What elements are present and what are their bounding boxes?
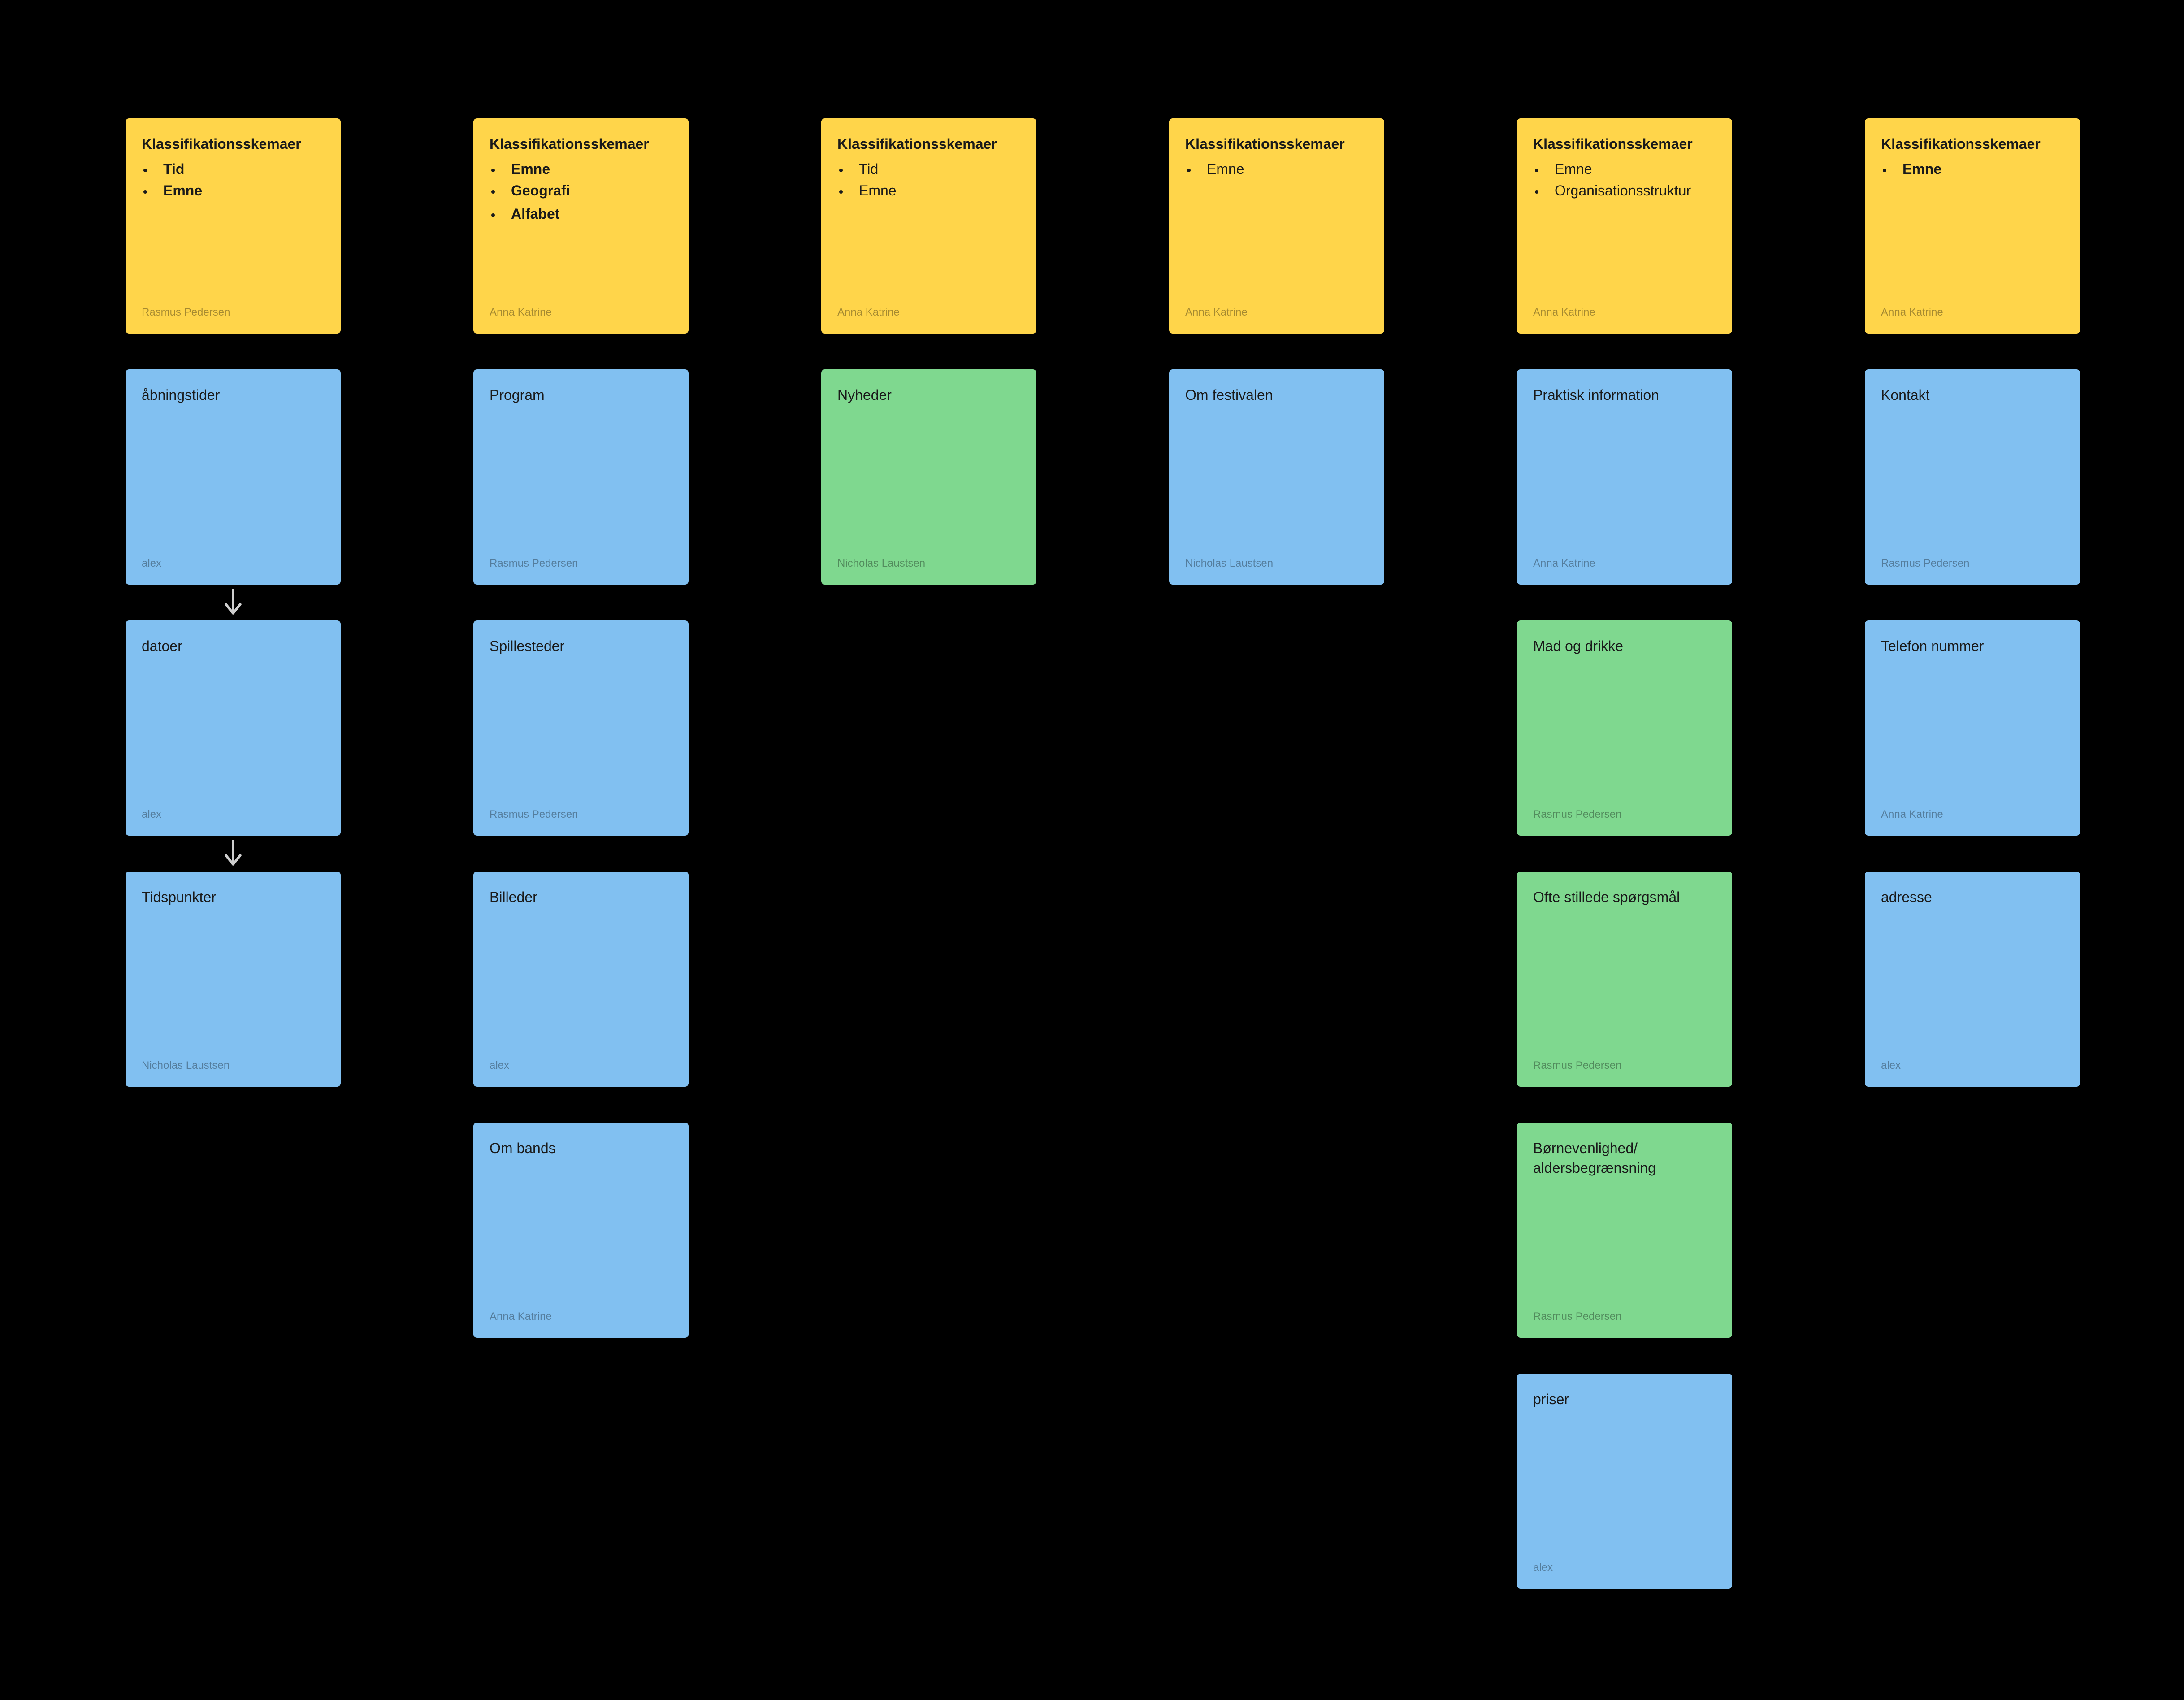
sticky-note[interactable]: Mad og drikke Rasmus Pedersen bbox=[1517, 620, 1732, 836]
card-title: Ofte stillede spørgsmål bbox=[1533, 889, 1716, 909]
card-title: priser bbox=[1533, 1392, 1716, 1411]
arrow-down-icon bbox=[126, 585, 341, 620]
card-author: alex bbox=[142, 559, 325, 570]
sticky-note[interactable]: Kontakt Rasmus Pedersen bbox=[1865, 369, 2080, 585]
classification-item: Emne bbox=[859, 182, 1020, 204]
column: Klassifikationsskemaer TidEmne Anna Katrin… bbox=[821, 118, 1036, 620]
sticky-note[interactable]: Program Rasmus Pedersen bbox=[473, 369, 689, 585]
card-author: Rasmus Pedersen bbox=[1533, 1062, 1716, 1072]
card-title: Kontakt bbox=[1881, 387, 2064, 407]
classification-item: Organisationsstruktur bbox=[1555, 182, 1716, 204]
column: Klassifikationsskemaer Emne Anna Katrine Om… bbox=[1169, 118, 1384, 620]
sticky-note[interactable]: Ofte stillede spørgsmål Rasmus Pedersen bbox=[1517, 872, 1732, 1087]
sticky-note[interactable]: Praktisk information Anna Katrine bbox=[1517, 369, 1732, 585]
classification-header-card[interactable]: Klassifikationsskemaer Emne Anna Katrine bbox=[1169, 118, 1384, 334]
column: Klassifikationsskemaer Emne Anna Katrine Ko… bbox=[1865, 118, 2080, 1123]
card-header-title: Klassifikationsskemaer bbox=[1185, 136, 1368, 156]
card-title: datoer bbox=[142, 638, 325, 658]
sticky-note[interactable]: datoer alex bbox=[126, 620, 341, 836]
card-title: Billeder bbox=[490, 889, 672, 909]
classification-header-card[interactable]: Klassifikationsskemaer TidEmne Rasmus Pede… bbox=[126, 118, 341, 334]
classification-list: TidEmne bbox=[142, 159, 325, 204]
sticky-note[interactable]: Billeder alex bbox=[473, 872, 689, 1087]
classification-list: TidEmne bbox=[837, 159, 1020, 204]
card-header-title: Klassifikationsskemaer bbox=[837, 136, 1020, 156]
card-author: alex bbox=[490, 1062, 672, 1072]
card-author: alex bbox=[1533, 1564, 1716, 1574]
classification-header-card[interactable]: Klassifikationsskemaer EmneGeografiAlfabe… bbox=[473, 118, 689, 334]
classification-header-card[interactable]: Klassifikationsskemaer TidEmne Anna Katrin… bbox=[821, 118, 1036, 334]
card-author: alex bbox=[142, 811, 325, 821]
classification-item: Tid bbox=[163, 159, 325, 182]
classification-item: Emne bbox=[511, 159, 672, 182]
card-title: Børnevenlighed/ aldersbegrænsning bbox=[1533, 1141, 1716, 1179]
classification-list: Emne bbox=[1185, 159, 1368, 182]
card-author: alex bbox=[1881, 1062, 2064, 1072]
sticky-note[interactable]: priser alex bbox=[1517, 1374, 1732, 1589]
column: Klassifikationsskemaer TidEmne Rasmus Pede… bbox=[126, 118, 341, 1123]
card-author: Rasmus Pedersen bbox=[1533, 1313, 1716, 1323]
card-title: Program bbox=[490, 387, 672, 407]
card-author: Rasmus Pedersen bbox=[1533, 811, 1716, 821]
card-header-title: Klassifikationsskemaer bbox=[1533, 136, 1716, 156]
classification-item: Emne bbox=[163, 182, 325, 204]
classification-item: Alfabet bbox=[511, 204, 672, 226]
card-author: Anna Katrine bbox=[1533, 308, 1716, 319]
card-author: Anna Katrine bbox=[490, 308, 672, 319]
sticky-note-canvas[interactable]: KlassifikationsskemaerTidEmneRasmus Pede… bbox=[0, 0, 2184, 1700]
classification-header-card[interactable]: Klassifikationsskemaer Emne Anna Katrine bbox=[1865, 118, 2080, 334]
card-header-title: Klassifikationsskemaer bbox=[490, 136, 672, 156]
card-header-title: Klassifikationsskemaer bbox=[142, 136, 325, 156]
sticky-note[interactable]: Børnevenlighed/ aldersbegrænsning Rasmus … bbox=[1517, 1123, 1732, 1338]
card-author: Rasmus Pedersen bbox=[1881, 559, 2064, 570]
card-title: Telefon nummer bbox=[1881, 638, 2064, 658]
card-title: Tidspunkter bbox=[142, 889, 325, 909]
column: Klassifikationsskemaer EmneOrganisationss… bbox=[1517, 118, 1732, 1625]
classification-item: Tid bbox=[859, 159, 1020, 182]
classification-item: Emne bbox=[1555, 159, 1716, 182]
sticky-note[interactable]: adresse alex bbox=[1865, 872, 2080, 1087]
classification-list: EmneOrganisationsstruktur bbox=[1533, 159, 1716, 204]
card-author: Nicholas Laustsen bbox=[837, 559, 1020, 570]
arrow-down-icon bbox=[126, 836, 341, 872]
card-title: adresse bbox=[1881, 889, 2064, 909]
classification-item: Geografi bbox=[511, 182, 672, 204]
card-author: Anna Katrine bbox=[837, 308, 1020, 319]
sticky-note[interactable]: Spillesteder Rasmus Pedersen bbox=[473, 620, 689, 836]
card-author: Anna Katrine bbox=[1185, 308, 1368, 319]
sticky-note[interactable]: Nyheder Nicholas Laustsen bbox=[821, 369, 1036, 585]
card-title: Om bands bbox=[490, 1141, 672, 1160]
card-author: Rasmus Pedersen bbox=[490, 811, 672, 821]
sticky-note[interactable]: Om bands Anna Katrine bbox=[473, 1123, 689, 1338]
card-author: Anna Katrine bbox=[490, 1313, 672, 1323]
sticky-note[interactable]: åbningstider alex bbox=[126, 369, 341, 585]
card-author: Anna Katrine bbox=[1881, 811, 2064, 821]
sticky-note[interactable]: Tidspunkter Nicholas Laustsen bbox=[126, 872, 341, 1087]
column: Klassifikationsskemaer EmneGeografiAlfabe… bbox=[473, 118, 689, 1374]
classification-header-card[interactable]: Klassifikationsskemaer EmneOrganisationss… bbox=[1517, 118, 1732, 334]
sticky-note[interactable]: Om festivalen Nicholas Laustsen bbox=[1169, 369, 1384, 585]
card-title: Nyheder bbox=[837, 387, 1020, 407]
card-title: Praktisk information bbox=[1533, 387, 1716, 407]
classification-list: Emne bbox=[1881, 159, 2064, 182]
card-author: Anna Katrine bbox=[1881, 308, 2064, 319]
card-header-title: Klassifikationsskemaer bbox=[1881, 136, 2064, 156]
card-author: Rasmus Pedersen bbox=[142, 308, 325, 319]
card-title: Om festivalen bbox=[1185, 387, 1368, 407]
classification-item: Emne bbox=[1207, 159, 1368, 182]
card-author: Anna Katrine bbox=[1533, 559, 1716, 570]
card-title: åbningstider bbox=[142, 387, 325, 407]
classification-list: EmneGeografiAlfabet bbox=[490, 159, 672, 226]
classification-item: Emne bbox=[1902, 159, 2064, 182]
card-author: Rasmus Pedersen bbox=[490, 559, 672, 570]
card-author: Nicholas Laustsen bbox=[1185, 559, 1368, 570]
card-title: Spillesteder bbox=[490, 638, 672, 658]
card-author: Nicholas Laustsen bbox=[142, 1062, 325, 1072]
sticky-note[interactable]: Telefon nummer Anna Katrine bbox=[1865, 620, 2080, 836]
card-title: Mad og drikke bbox=[1533, 638, 1716, 658]
